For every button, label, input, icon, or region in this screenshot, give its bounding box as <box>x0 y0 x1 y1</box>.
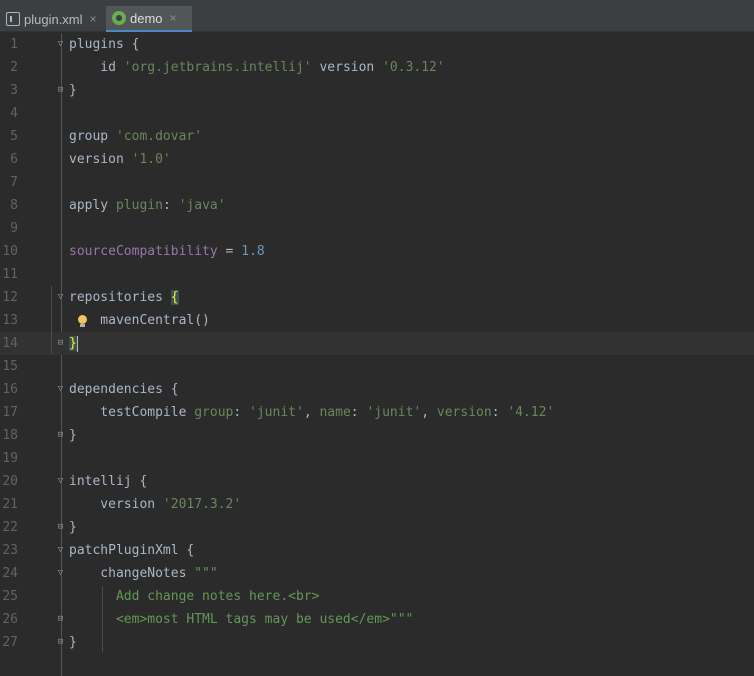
line-number: 6 <box>10 152 18 167</box>
text-caret <box>77 336 78 352</box>
line-number: 14 <box>2 336 18 351</box>
line-number: 8 <box>10 198 18 213</box>
code-line-17: testCompile group: 'junit', name: 'junit… <box>69 405 555 420</box>
code-line-1: plugins { <box>69 37 140 52</box>
lightbulb-icon[interactable] <box>76 314 89 328</box>
line-number: 3 <box>10 83 18 98</box>
code-line-2: id 'org.jetbrains.intellij' version '0.3… <box>69 60 445 75</box>
code-line-20: intellij { <box>69 474 148 489</box>
line-number: 7 <box>10 175 18 190</box>
tab-label: demo <box>130 10 163 26</box>
code-line-10: sourceCompatibility = 1.8 <box>69 244 265 259</box>
fold-close-icon[interactable]: ⊟ <box>55 637 66 648</box>
fold-open-icon[interactable]: ▽ <box>55 545 66 556</box>
line-number: 26 <box>2 612 18 627</box>
fold-open-icon[interactable]: ▽ <box>55 292 66 303</box>
line-number: 10 <box>2 244 18 259</box>
fold-close-icon[interactable]: ⊟ <box>55 614 66 625</box>
line-number: 19 <box>2 451 18 466</box>
line-number: 9 <box>10 221 18 236</box>
line-number: 4 <box>10 106 18 121</box>
line-number: 13 <box>2 313 18 328</box>
code-editor[interactable]: 1 2 3 4 5 6 7 8 9 10 11 12 13 14 15 16 17 18 19 20 21 22 23 24 2… <box>0 33 754 676</box>
line-number: 1 <box>10 37 18 52</box>
tab-demo[interactable]: demo × <box>106 6 192 32</box>
code-line-14: } <box>69 332 77 355</box>
editor-tab-bar: plugin.xml × demo × <box>0 0 754 32</box>
tab-label: plugin.xml <box>24 11 83 27</box>
line-number: 17 <box>2 405 18 420</box>
close-icon[interactable]: × <box>90 12 97 26</box>
fold-open-icon[interactable]: ▽ <box>55 39 66 50</box>
code-line-8: apply plugin: 'java' <box>69 198 226 213</box>
line-number: 2 <box>10 60 18 75</box>
current-line-highlight <box>0 332 754 355</box>
xml-file-icon <box>6 12 20 26</box>
line-number: 24 <box>2 566 18 581</box>
matched-brace: { <box>170 290 179 305</box>
code-line-23: patchPluginXml { <box>69 543 195 558</box>
code-line-26: <em>most HTML tags may be used</em>""" <box>69 612 414 627</box>
code-line-24: changeNotes """ <box>69 566 218 581</box>
fold-close-icon[interactable]: ⊟ <box>55 522 66 533</box>
fold-close-icon[interactable]: ⊟ <box>55 85 66 96</box>
code-line-13: mavenCentral() <box>69 313 210 328</box>
brace-match-guide <box>51 286 52 354</box>
code-line-5: group 'com.dovar' <box>69 129 203 144</box>
fold-open-icon[interactable]: ▽ <box>55 384 66 395</box>
line-number: 11 <box>2 267 18 282</box>
line-number: 12 <box>2 290 18 305</box>
code-line-12: repositories { <box>69 290 179 305</box>
fold-close-icon[interactable]: ⊟ <box>55 430 66 441</box>
matched-brace: } <box>69 336 77 351</box>
code-line-25: Add change notes here.<br> <box>69 589 320 604</box>
line-number: 22 <box>2 520 18 535</box>
gradle-file-icon <box>112 11 126 25</box>
fold-close-icon[interactable]: ⊟ <box>55 338 66 349</box>
line-number: 20 <box>2 474 18 489</box>
line-number: 15 <box>2 359 18 374</box>
fold-open-icon[interactable]: ▽ <box>55 568 66 579</box>
code-line-3: } <box>69 83 77 98</box>
code-line-27: } <box>69 635 77 650</box>
line-number: 18 <box>2 428 18 443</box>
code-line-21: version '2017.3.2' <box>69 497 242 512</box>
code-line-16: dependencies { <box>69 382 179 397</box>
line-number: 5 <box>10 129 18 144</box>
line-number: 25 <box>2 589 18 604</box>
line-number: 21 <box>2 497 18 512</box>
code-line-18: } <box>69 428 77 443</box>
line-number: 23 <box>2 543 18 558</box>
code-line-22: } <box>69 520 77 535</box>
tab-plugin-xml[interactable]: plugin.xml × <box>0 6 104 32</box>
code-line-6: version '1.0' <box>69 152 171 167</box>
fold-open-icon[interactable]: ▽ <box>55 476 66 487</box>
line-number: 16 <box>2 382 18 397</box>
close-icon[interactable]: × <box>170 11 177 25</box>
line-number: 27 <box>2 635 18 650</box>
